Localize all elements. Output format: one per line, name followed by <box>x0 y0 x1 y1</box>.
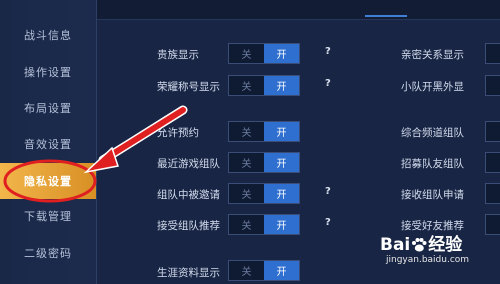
sidebar-item-privacy[interactable]: 隐私设置 <box>0 163 96 199</box>
help-icon[interactable]: ? <box>325 46 331 57</box>
toggle-off-option[interactable]: 关 <box>229 44 264 63</box>
help-icon[interactable]: ? <box>325 186 331 197</box>
setting-label-intimacy-display: 亲密关系显示 <box>401 49 464 61</box>
baidu-paw-icon <box>412 238 427 252</box>
sidebar-item-download[interactable]: 下载管理 <box>0 198 96 234</box>
setting-label-invited-in-team: 组队中被邀请 <box>157 189 220 201</box>
baidu-jingyan-watermark: Bai 经验 jingyan.baidu.com <box>380 230 469 265</box>
toggle-accept-team-recommend[interactable]: 关 开 <box>228 214 300 235</box>
toggle-general-channel-team[interactable] <box>485 121 500 142</box>
watermark-brand-suffix: 经验 <box>428 235 463 255</box>
sidebar-item-sound[interactable]: 音效设置 <box>0 126 96 162</box>
toggle-accept-friend-recommend[interactable] <box>485 214 500 235</box>
toggle-off-option[interactable]: 关 <box>229 153 264 172</box>
sidebar-item-layout[interactable]: 布局设置 <box>0 90 96 126</box>
setting-label-recruit-team: 招募队友组队 <box>401 158 464 170</box>
sidebar-item-controls[interactable]: 操作设置 <box>0 54 96 90</box>
setting-label-general-channel-team: 综合频道组队 <box>401 127 464 139</box>
help-icon[interactable]: ? <box>325 78 331 89</box>
top-tab-strip <box>97 0 500 20</box>
toggle-invited-in-team[interactable]: 关 开 <box>228 183 300 204</box>
toggle-recruit-team[interactable] <box>485 152 500 173</box>
sidebar-item-secondary-password[interactable]: 二级密码 <box>0 235 96 271</box>
toggle-off-option[interactable]: 关 <box>229 215 264 234</box>
toggle-on-option[interactable]: 开 <box>264 215 299 234</box>
watermark-brand: Bai <box>380 235 411 255</box>
toggle-on-option[interactable]: 开 <box>264 122 299 141</box>
tab-indicator <box>365 15 407 17</box>
toggle-receive-team-apply[interactable] <box>485 183 500 204</box>
toggle-off-option[interactable]: 关 <box>229 122 264 141</box>
toggle-off-option[interactable]: 关 <box>229 76 264 95</box>
toggle-on-option[interactable]: 开 <box>264 261 299 280</box>
setting-label-honor-title-display: 荣耀称号显示 <box>157 81 220 93</box>
toggle-on-option[interactable]: 开 <box>264 44 299 63</box>
toggle-on-option[interactable]: 开 <box>264 76 299 95</box>
toggle-allow-reservation[interactable]: 关 开 <box>228 121 300 142</box>
setting-label-accept-team-recommend: 接受组队推荐 <box>157 220 220 232</box>
toggle-squad-display[interactable] <box>485 75 500 96</box>
toggle-on-option[interactable]: 开 <box>264 153 299 172</box>
toggle-off-option[interactable]: 关 <box>229 184 264 203</box>
sidebar-item-battle-info[interactable]: 战斗信息 <box>0 17 96 53</box>
toggle-career-profile[interactable]: 关 开 <box>228 260 300 281</box>
setting-label-noble-display: 贵族显示 <box>157 49 199 61</box>
toggle-noble-display[interactable]: 关 开 <box>228 43 300 64</box>
toggle-recent-team[interactable]: 关 开 <box>228 152 300 173</box>
setting-label-receive-team-apply: 接收组队申请 <box>401 189 464 201</box>
toggle-off-option[interactable]: 关 <box>229 261 264 280</box>
setting-label-recent-team: 最近游戏组队 <box>157 158 220 170</box>
watermark-site: jingyan.baidu.com <box>386 255 470 265</box>
toggle-intimacy-display[interactable] <box>485 43 500 64</box>
setting-label-allow-reservation: 允许预约 <box>157 127 199 139</box>
toggle-honor-title-display[interactable]: 关 开 <box>228 75 300 96</box>
toggle-on-option[interactable]: 开 <box>264 184 299 203</box>
settings-sidebar: 战斗信息 操作设置 布局设置 音效设置 隐私设置 下载管理 二级密码 <box>0 0 97 284</box>
help-icon[interactable]: ? <box>325 217 331 228</box>
setting-label-squad-display: 小队开黑外显 <box>401 81 464 93</box>
setting-label-career-profile: 生涯资料显示 <box>157 267 220 279</box>
